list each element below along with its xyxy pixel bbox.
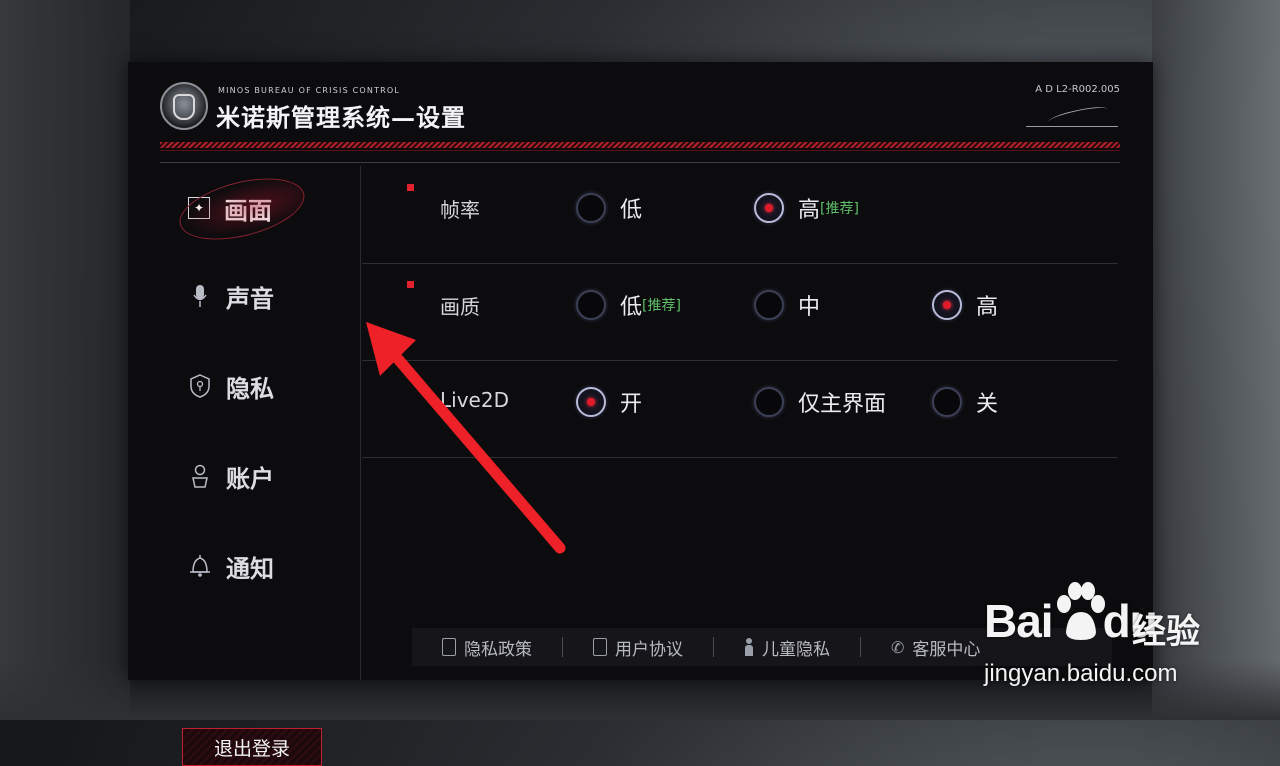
framerate-option-low[interactable]: 低: [576, 192, 642, 224]
radio-button[interactable]: [576, 193, 606, 223]
sidebar-item-display[interactable]: ✦ 画面: [188, 188, 328, 228]
recommended-tag: [推荐]: [820, 201, 859, 217]
background-left: [0, 0, 130, 720]
link-label: 客服中心: [912, 639, 981, 660]
option-label: 高: [976, 295, 999, 320]
setting-label: 画质: [440, 295, 480, 319]
bell-icon: [188, 554, 212, 578]
baidu-jingyan-watermark: Bai du 经验 jingyan.baidu.com: [982, 582, 1272, 692]
signature-mark: [1026, 102, 1118, 127]
watermark-brand: Bai du: [984, 594, 1158, 648]
sidebar-item-account[interactable]: 账户: [188, 456, 328, 496]
sidebar-item-label: 画面: [224, 195, 272, 225]
option-label: 仅主界面: [798, 392, 887, 417]
setting-row-quality: 画质 低 [推荐] 中 高: [362, 263, 1118, 361]
live2d-option-on[interactable]: 开: [576, 386, 642, 418]
header-stripe: [160, 142, 1120, 148]
option-label: 开: [620, 392, 643, 417]
phone-icon: ✆: [891, 637, 905, 657]
setting-label: 帧率: [440, 198, 480, 222]
org-name: MINOS BUREAU OF CRISIS CONTROL: [218, 86, 401, 95]
quality-option-high[interactable]: 高: [932, 289, 998, 321]
link-label: 隐私政策: [464, 639, 532, 660]
document-icon: [442, 638, 456, 656]
recommended-tag: [推荐]: [642, 298, 681, 314]
radio-button[interactable]: [932, 387, 962, 417]
radio-button[interactable]: [576, 290, 606, 320]
sidebar-item-label: 声音: [226, 283, 274, 313]
header-divider: [160, 162, 1120, 163]
child-icon: [744, 638, 754, 656]
logout-button[interactable]: 退出登录: [182, 728, 322, 766]
radio-button[interactable]: [754, 387, 784, 417]
radio-button-selected[interactable]: [576, 387, 606, 417]
header-stripe-line: [160, 150, 1120, 151]
setting-label: Live2D: [440, 388, 509, 412]
sidebar-item-label: 账户: [226, 463, 274, 493]
shield-lock-icon: [188, 374, 212, 398]
option-label: 低: [620, 295, 643, 320]
sidebar-item-notifications[interactable]: 通知: [188, 546, 328, 586]
sidebar: ✦ 画面 声音 隐私 账户 通知 退出登录: [128, 166, 361, 766]
option-label: 高: [798, 198, 821, 223]
radio-button[interactable]: [754, 290, 784, 320]
person-icon: [188, 464, 212, 488]
user-agreement-link[interactable]: 用户协议: [563, 635, 713, 660]
reference-code: A D L2-R002.005: [1035, 84, 1120, 95]
header: MINOS BUREAU OF CRISIS CONTROL 米诺斯管理系统—设…: [160, 80, 1120, 162]
bureau-logo-icon: [160, 82, 208, 130]
sidebar-item-label: 通知: [226, 553, 274, 583]
setting-row-framerate: 帧率 低 高 [推荐]: [362, 166, 1118, 264]
sidebar-item-sound[interactable]: 声音: [188, 276, 328, 316]
quality-option-low[interactable]: 低 [推荐]: [576, 289, 681, 321]
link-label: 儿童隐私: [762, 639, 830, 660]
page-title: 米诺斯管理系统—设置: [216, 103, 466, 132]
option-label: 中: [798, 295, 821, 320]
quality-option-medium[interactable]: 中: [754, 289, 820, 321]
brand-text: Bai: [984, 595, 1054, 647]
clipboard-check-icon: [593, 638, 607, 656]
link-label: 用户协议: [615, 639, 683, 660]
microphone-icon: [188, 284, 212, 308]
live2d-option-main-only[interactable]: 仅主界面: [754, 386, 886, 418]
framerate-option-high[interactable]: 高 [推荐]: [754, 192, 859, 224]
option-label: 低: [620, 198, 643, 223]
radio-button-selected[interactable]: [754, 193, 784, 223]
watermark-product: 经验: [1132, 612, 1200, 652]
setting-row-live2d: Live2D 开 仅主界面 关: [362, 360, 1118, 458]
radio-button-selected[interactable]: [932, 290, 962, 320]
screen-icon: ✦: [188, 197, 210, 219]
required-marker: [407, 281, 414, 288]
watermark-url: jingyan.baidu.com: [984, 660, 1178, 687]
sidebar-item-privacy[interactable]: 隐私: [188, 366, 328, 406]
required-marker: [407, 184, 414, 191]
live2d-option-off[interactable]: 关: [932, 386, 998, 418]
sidebar-item-label: 隐私: [226, 373, 274, 403]
option-label: 关: [976, 392, 999, 417]
child-privacy-link[interactable]: 儿童隐私: [714, 635, 860, 660]
privacy-policy-link[interactable]: 隐私政策: [412, 635, 562, 660]
